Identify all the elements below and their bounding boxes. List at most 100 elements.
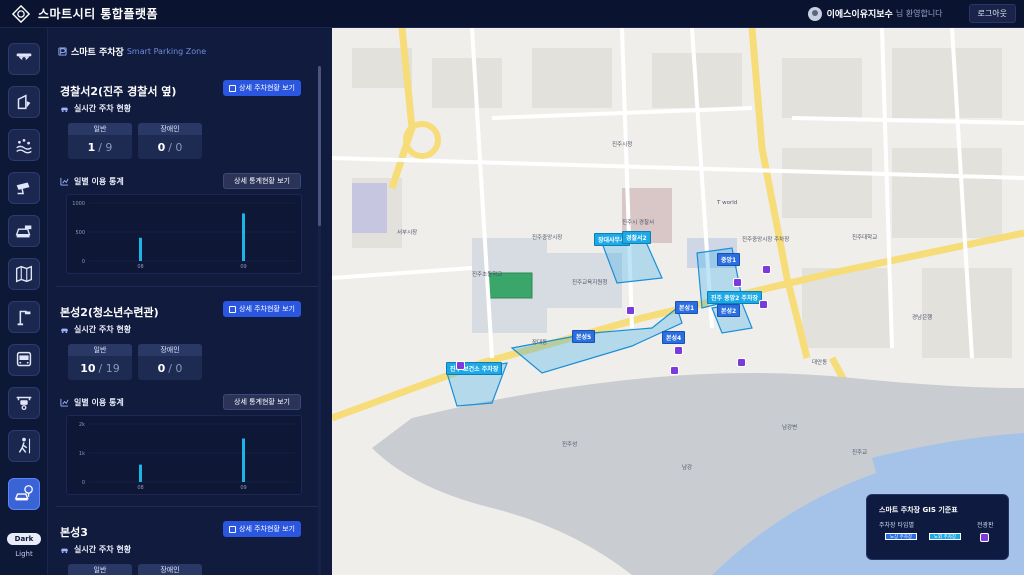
parking-lot-card: 본성2(청소년수련관) 상세 주차현황 보기 실시간 주차 현황 일반 10/ 1… (60, 301, 314, 524)
disaster-icon (17, 94, 31, 110)
detail-status-label: 상세 주차현황 보기 (239, 525, 295, 533)
city-logo-icon (12, 4, 30, 23)
parking-zone-label[interactable]: 본성4 (662, 331, 686, 344)
parking-zone-label[interactable]: 본성5 (572, 330, 596, 343)
realtime-label: 실시간 주차 현황 (74, 325, 132, 334)
daily-chart-svg: 1000 500 0 08 09 (72, 201, 295, 270)
nav-cctv[interactable] (8, 43, 40, 75)
y-tick-label: 0 (82, 480, 85, 486)
map-place-label: T world (717, 200, 738, 206)
map-place-label: 진주시 경찰서 (622, 220, 655, 226)
user-area: 이에스이유지보수 님 환영합니다 로그아웃 (807, 4, 1016, 23)
ev-signboard-marker[interactable] (762, 265, 771, 274)
panel-scrollbar-thumb[interactable] (318, 66, 321, 226)
chart-bar[interactable] (139, 237, 142, 261)
y-tick-label: 500 (75, 230, 85, 236)
general-total: 9 (105, 140, 113, 154)
map-icon (15, 265, 33, 283)
realtime-label: 실시간 주차 현황 (74, 545, 132, 554)
parking-panel: 스마트 주차장 Smart Parking Zone 경찰서2(진주 경찰서 옆… (48, 28, 332, 575)
nav-map[interactable] (8, 258, 40, 290)
ev-signboard-marker[interactable] (670, 366, 679, 375)
map-place-label: 서부시장 (397, 230, 418, 236)
disabled-count-box: 장애인 (138, 564, 202, 575)
nav-pedestrian[interactable] (8, 430, 40, 462)
chart-bar[interactable] (242, 213, 245, 261)
user-name: 이에스이유지보수 (826, 10, 893, 20)
parking-zone-label[interactable]: 경찰서2 (622, 231, 651, 244)
detail-stats-button[interactable]: 상세 통계현황 보기 (223, 173, 301, 189)
map-place-label: 진주시청 (612, 142, 633, 148)
ev-signboard-marker[interactable] (733, 278, 742, 287)
ev-signboard-marker[interactable] (626, 306, 635, 315)
chart-icon (60, 177, 69, 186)
map-place-label: 장대동 (532, 340, 548, 346)
lot-title: 경찰서2(진주 경찰서 옆) (60, 85, 177, 98)
air-quality-icon (16, 139, 32, 154)
detail-status-button[interactable]: 상세 주차현황 보기 (223, 301, 301, 317)
daily-chart-svg: 2k 1k 0 08 09 (79, 422, 295, 491)
disabled-total: 0 (175, 140, 183, 154)
cctv-icon (16, 53, 32, 61)
legend-ev-heading: 전광판 (977, 522, 994, 529)
chart-bar[interactable] (242, 438, 245, 483)
nav-security-camera[interactable] (8, 172, 40, 204)
daily-chart: 1000 500 0 08 09 (66, 194, 302, 274)
detail-status-label: 상세 주차현황 보기 (239, 305, 295, 313)
traffic-icon (15, 225, 32, 238)
panel-header: 스마트 주차장 Smart Parking Zone (58, 45, 206, 58)
theme-light-toggle[interactable]: Light (7, 548, 41, 560)
detail-status-button[interactable]: 상세 주차현황 보기 (223, 80, 301, 96)
pedestrian-icon (18, 437, 31, 454)
car-icon (60, 548, 69, 554)
app-root: 스마트시티 통합플랫폼 이에스이유지보수 님 환영합니다 로그아웃 Dark L… (0, 0, 1024, 575)
nav-traffic[interactable] (8, 215, 40, 247)
parking-zone-label[interactable]: 진주 중앙2 주차장 (707, 291, 762, 304)
app-title: 스마트시티 통합플랫폼 (38, 7, 159, 21)
general-label: 일반 (68, 123, 132, 135)
ev-signboard-marker[interactable] (456, 361, 465, 370)
daily-chart: 2k 1k 0 08 09 (66, 415, 302, 495)
lot-title: 본성3 (60, 526, 88, 539)
nav-bus[interactable] (8, 344, 40, 376)
parking-zone-label[interactable]: 본성2 (717, 304, 741, 317)
map-place-label: 진주중앙시장 (532, 235, 563, 241)
realtime-label: 실시간 주차 현황 (74, 104, 132, 113)
ev-signboard-marker[interactable] (759, 300, 768, 309)
map-place-label: 진주초등학교 (472, 272, 503, 278)
brand[interactable]: 스마트시티 통합플랫폼 (12, 4, 159, 23)
panel-subtitle: Smart Parking Zone (126, 47, 207, 56)
map-place-label: 진주대학교 (852, 235, 878, 241)
nav-disaster[interactable] (8, 86, 40, 118)
ev-signboard-marker[interactable] (737, 358, 746, 367)
detail-stats-button[interactable]: 상세 통계현황 보기 (223, 394, 301, 410)
icon-sidebar: Dark Light (0, 28, 48, 575)
nav-drone[interactable] (8, 387, 40, 419)
parking-zone-label[interactable]: 본성1 (675, 301, 699, 314)
disabled-label: 장애인 (138, 123, 202, 135)
count-boxes: 일반 장애인 (68, 564, 208, 575)
x-tick-label: 09 (240, 264, 246, 270)
general-used: 1 (87, 140, 96, 154)
map-place-label: 경남은행 (912, 315, 933, 321)
nav-parking[interactable] (8, 478, 40, 510)
daily-stats-heading: 일별 이용 통계 (60, 397, 124, 408)
realtime-status-heading: 실시간 주차 현황 (60, 324, 131, 335)
theme-dark-toggle[interactable]: Dark (7, 533, 41, 545)
x-tick-label: 09 (240, 485, 246, 491)
logout-button[interactable]: 로그아웃 (968, 4, 1016, 23)
disabled-label: 장애인 (138, 564, 202, 575)
nav-air-quality[interactable] (8, 129, 40, 161)
ev-signboard-marker[interactable] (674, 346, 683, 355)
detail-status-button[interactable]: 상세 주차현황 보기 (223, 521, 301, 537)
map-place-label: 남강 (682, 465, 693, 471)
user-greeting: 님 환영합니다 (895, 9, 943, 18)
parking-zone-label[interactable]: 진주 보건소 주차장 (446, 362, 503, 375)
map-place-label: 진주교 (852, 450, 868, 456)
parking-zone-label[interactable]: 중앙1 (717, 253, 741, 266)
legend-title: 스마트 주차장 GIS 기준표 (879, 506, 958, 514)
chart-bar[interactable] (139, 464, 142, 482)
nav-streetlight[interactable] (8, 301, 40, 333)
disabled-label: 장애인 (138, 344, 202, 356)
gis-map[interactable]: 진주시청 진주중앙시장 진주교육지원청 진주초등학교 진주성 남강 서부시장 진주중앙시장 주… (332, 28, 1024, 575)
